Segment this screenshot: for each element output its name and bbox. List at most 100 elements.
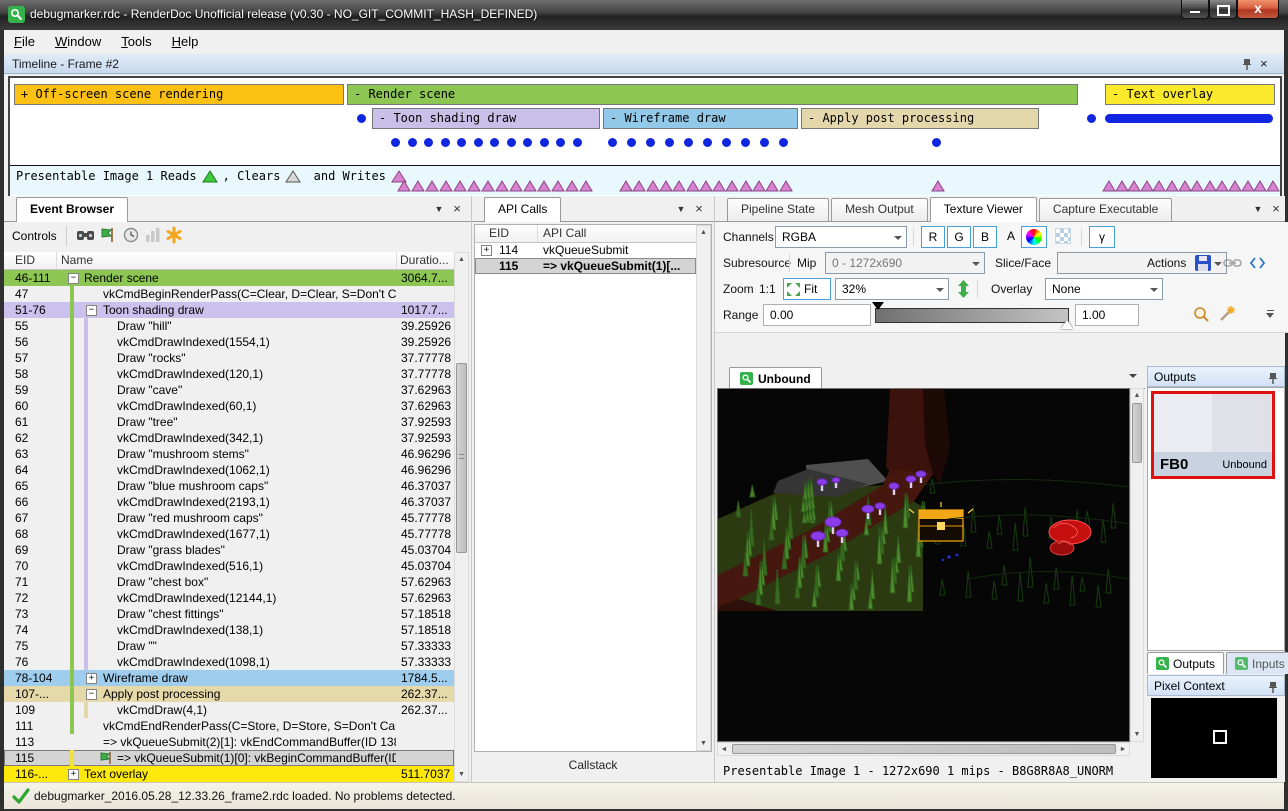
menu-help[interactable]: Help: [162, 30, 209, 53]
tab-unbound[interactable]: Unbound: [729, 367, 822, 389]
custom-channels-button[interactable]: [1021, 226, 1047, 248]
event-row[interactable]: 63Draw "mushroom stems"46.96296: [4, 446, 454, 462]
tab-event-browser[interactable]: Event Browser: [16, 197, 128, 222]
expand-icon[interactable]: +: [68, 769, 79, 780]
event-row[interactable]: 46-111−Render scene3064.7...: [4, 270, 454, 286]
event-row[interactable]: 72vkCmdDrawIndexed(12144,1)57.62963: [4, 590, 454, 606]
pixel-context-view[interactable]: [1151, 698, 1277, 778]
event-row[interactable]: 115=> vkQueueSubmit(1)[0]: vkBeginComman…: [4, 750, 454, 766]
range-black-handle[interactable]: [872, 302, 884, 316]
timeline-bar[interactable]: + Off-screen scene rendering: [14, 84, 344, 105]
close-button[interactable]: x: [1237, 0, 1279, 19]
api-calls-scrollbar[interactable]: ▲▼: [696, 225, 711, 751]
api-call-row[interactable]: +114vkQueueSubmit: [475, 242, 696, 258]
event-row[interactable]: 64vkCmdDrawIndexed(1062,1)46.96296: [4, 462, 454, 478]
zoom-dropdown[interactable]: 32%: [835, 278, 949, 300]
tab-texture-viewer[interactable]: Texture Viewer: [930, 197, 1037, 222]
range-max-input[interactable]: 1.00: [1075, 304, 1139, 326]
output-fb0-thumbnail[interactable]: FB0 Unbound: [1151, 391, 1275, 479]
event-browser-scrollbar[interactable]: ▲ ▼: [454, 252, 469, 782]
pin-icon[interactable]: [1268, 372, 1278, 385]
menu-tools[interactable]: Tools: [111, 30, 161, 53]
panel-close-icon[interactable]: ×: [692, 203, 706, 217]
flip-y-icon[interactable]: [957, 280, 970, 298]
collapse-icon[interactable]: −: [86, 689, 97, 700]
event-row[interactable]: 51-76−Toon shading draw1017.7...: [4, 302, 454, 318]
autofit-wand-icon[interactable]: [1217, 305, 1236, 324]
event-row[interactable]: 75Draw ""57.33333: [4, 638, 454, 654]
event-row[interactable]: 107-...−Apply post processing262.37...: [4, 686, 454, 702]
event-row[interactable]: 73Draw "chest fittings"57.18518: [4, 606, 454, 622]
mip-dropdown[interactable]: 0 - 1272x690: [825, 252, 985, 274]
expand-icon[interactable]: +: [86, 673, 97, 684]
collapse-icon[interactable]: −: [68, 273, 79, 284]
texture-tabs-dropdown-icon[interactable]: [1129, 374, 1137, 382]
event-row[interactable]: 111vkCmdEndRenderPass(C=Store, D=Store, …: [4, 718, 454, 734]
event-row[interactable]: 47vkCmdBeginRenderPass(C=Clear, D=Clear,…: [4, 286, 454, 302]
tab-capture-executable[interactable]: Capture Executable: [1039, 198, 1172, 221]
channel-r-button[interactable]: R: [921, 226, 945, 248]
timeline-close-icon[interactable]: ×: [1260, 54, 1268, 74]
pin-icon[interactable]: [1242, 58, 1252, 71]
expand-icon[interactable]: +: [481, 245, 492, 256]
event-row[interactable]: 74vkCmdDrawIndexed(138,1)57.18518: [4, 622, 454, 638]
channel-g-button[interactable]: G: [947, 226, 971, 248]
texture-v-scrollbar[interactable]: ▲ ▼: [1130, 388, 1144, 742]
channel-b-button[interactable]: B: [973, 226, 997, 248]
event-row[interactable]: 67Draw "red mushroom caps"45.77778: [4, 510, 454, 526]
event-row[interactable]: 116-...+Text overlay511.7037: [4, 766, 454, 782]
alpha-checker-button[interactable]: [1051, 226, 1075, 248]
event-row[interactable]: 68vkCmdDrawIndexed(1677,1)45.77778: [4, 526, 454, 542]
panel-dropdown-icon[interactable]: ▼: [674, 203, 688, 217]
event-row[interactable]: 56vkCmdDrawIndexed(1554,1)39.25926: [4, 334, 454, 350]
event-row[interactable]: 66vkCmdDrawIndexed(2193,1)46.37037: [4, 494, 454, 510]
api-call-row[interactable]: 115=> vkQueueSubmit(1)[...: [475, 258, 696, 274]
channels-dropdown[interactable]: RGBA: [775, 226, 907, 248]
gamma-button[interactable]: γ: [1089, 226, 1115, 248]
timeline-bar[interactable]: - Text overlay: [1105, 84, 1275, 105]
event-row[interactable]: 59Draw "cave"37.62963: [4, 382, 454, 398]
callstack-section[interactable]: Callstack: [474, 754, 712, 776]
minimize-button[interactable]: [1181, 0, 1209, 19]
event-row[interactable]: 71Draw "chest box"57.62963: [4, 574, 454, 590]
tab-pipeline-state[interactable]: Pipeline State: [727, 198, 829, 221]
overlay-dropdown[interactable]: None: [1045, 278, 1163, 300]
event-row[interactable]: 78-104+Wireframe draw1784.5...: [4, 670, 454, 686]
event-row[interactable]: 69Draw "grass blades"45.03704: [4, 542, 454, 558]
texture-h-scrollbar[interactable]: ◄ ►: [717, 742, 1130, 756]
event-row[interactable]: 113=> vkQueueSubmit(2)[1]: vkEndCommandB…: [4, 734, 454, 750]
event-row[interactable]: 55Draw "hill"39.25926: [4, 318, 454, 334]
menu-file[interactable]: File: [4, 30, 45, 53]
timeline-bar[interactable]: - Wireframe draw: [603, 108, 798, 129]
event-row[interactable]: 76vkCmdDrawIndexed(1098,1)57.33333: [4, 654, 454, 670]
panel-dropdown-icon[interactable]: ▼: [1251, 203, 1265, 217]
channel-a-button[interactable]: A: [999, 226, 1023, 248]
link-icon[interactable]: [1223, 256, 1242, 270]
range-min-input[interactable]: 0.00: [763, 304, 871, 326]
event-row[interactable]: 109vkCmdDraw(4,1)262.37...: [4, 702, 454, 718]
zoom-range-icon[interactable]: [1193, 306, 1211, 324]
toolbar-overflow-button[interactable]: [1263, 306, 1277, 324]
collapse-icon[interactable]: −: [86, 305, 97, 316]
event-row[interactable]: 57Draw "rocks"37.77778: [4, 350, 454, 366]
save-icon[interactable]: [1195, 255, 1212, 272]
range-white-handle[interactable]: [1061, 314, 1073, 329]
tab-inputs[interactable]: Inputs: [1226, 652, 1288, 674]
panel-close-icon[interactable]: ×: [1269, 203, 1283, 217]
tab-api-calls[interactable]: API Calls: [484, 197, 561, 222]
timeline-bar[interactable]: - Apply post processing: [801, 108, 1039, 129]
open-code-icon[interactable]: [1249, 255, 1266, 271]
timeline-bar[interactable]: - Toon shading draw: [372, 108, 600, 129]
tab-outputs[interactable]: Outputs: [1147, 652, 1224, 674]
maximize-button[interactable]: [1209, 0, 1237, 19]
event-row[interactable]: 61Draw "tree"37.92593: [4, 414, 454, 430]
event-row[interactable]: 60vkCmdDrawIndexed(60,1)37.62963: [4, 398, 454, 414]
menu-window[interactable]: Window: [45, 30, 111, 53]
tab-mesh-output[interactable]: Mesh Output: [831, 198, 928, 221]
zoom-fit-button[interactable]: Fit: [783, 278, 831, 300]
range-slider[interactable]: [875, 308, 1069, 323]
event-row[interactable]: 70vkCmdDrawIndexed(516,1)45.03704: [4, 558, 454, 574]
event-row[interactable]: 65Draw "blue mushroom caps"46.37037: [4, 478, 454, 494]
texture-canvas[interactable]: [717, 388, 1130, 742]
event-row[interactable]: 58vkCmdDrawIndexed(120,1)37.77778: [4, 366, 454, 382]
